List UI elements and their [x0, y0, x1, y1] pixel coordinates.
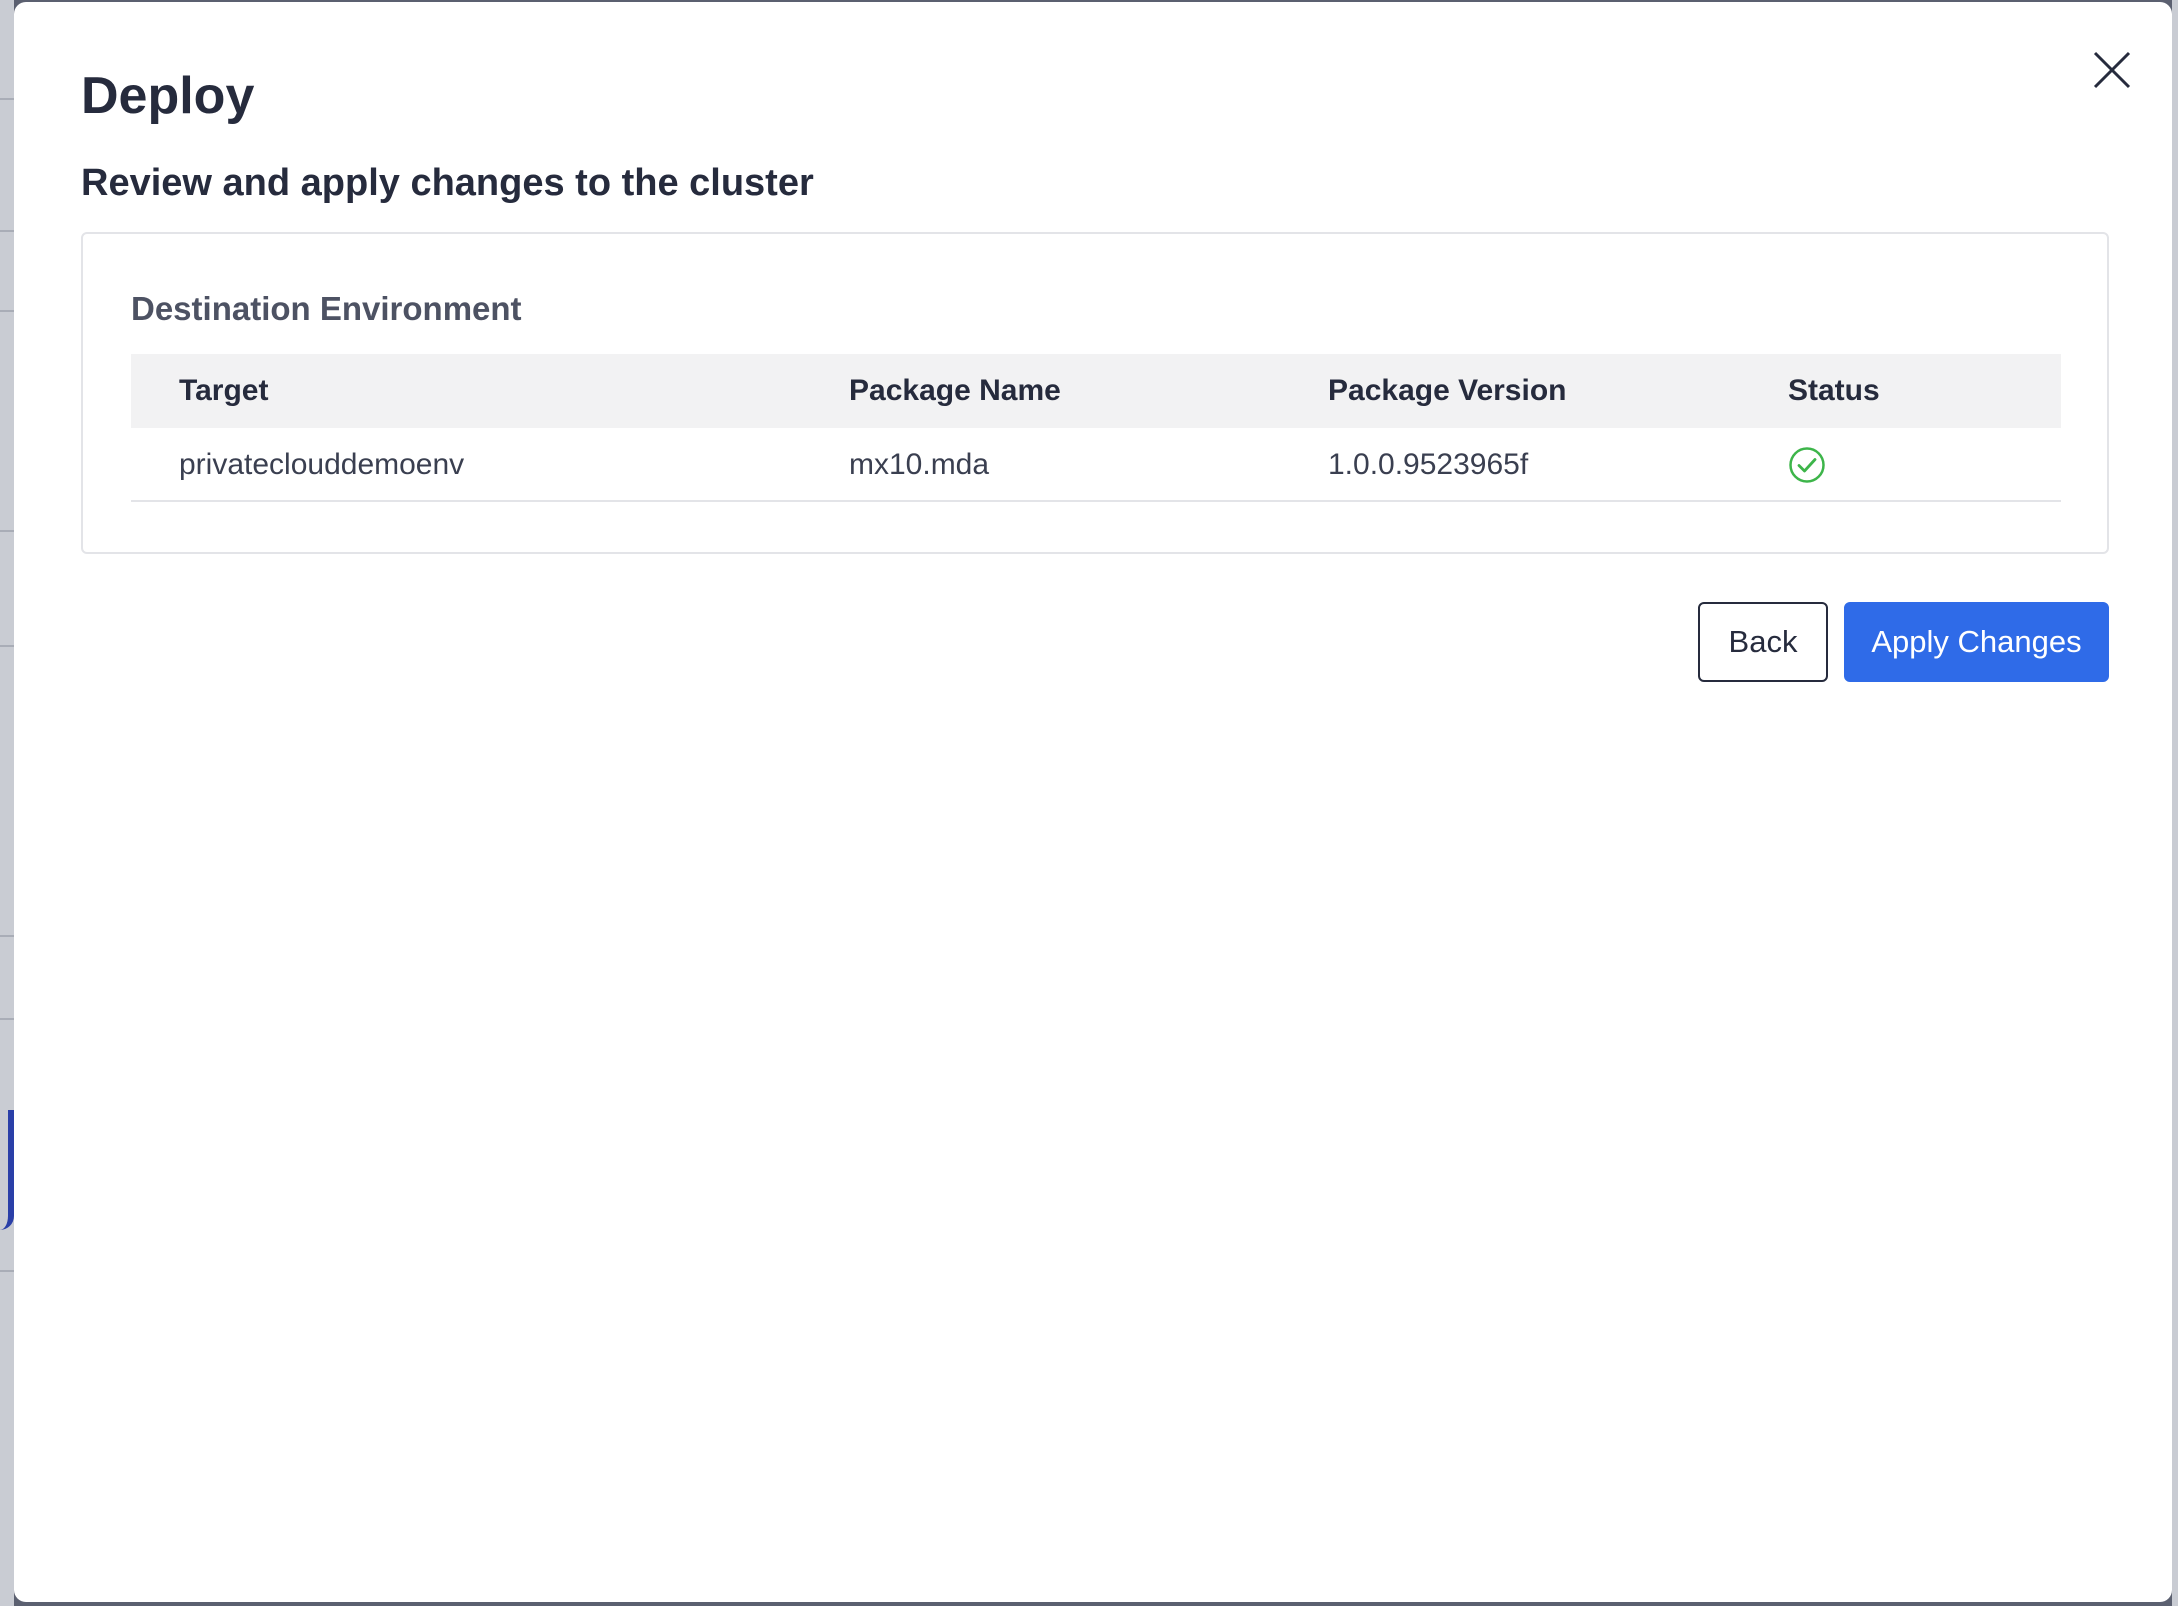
check-circle-icon [1789, 447, 1825, 483]
table-row: privateclouddemoenv mx10.mda 1.0.0.95239… [131, 428, 2061, 502]
cell-package-version: 1.0.0.9523965f [1328, 448, 1529, 481]
column-header-status: Status [1788, 374, 1880, 407]
modal-subtitle: Review and apply changes to the cluster [81, 162, 814, 204]
back-button[interactable]: Back [1698, 602, 1828, 682]
close-button[interactable] [2082, 40, 2142, 100]
background-page-edge-right [2172, 0, 2178, 1606]
column-header-package-version: Package Version [1328, 374, 1567, 407]
cell-package-name: mx10.mda [849, 448, 990, 481]
close-icon [2093, 51, 2131, 89]
column-header-target: Target [179, 374, 269, 407]
apply-changes-button[interactable]: Apply Changes [1844, 602, 2109, 682]
table-header: Target Package Name Package Version Stat… [131, 354, 2061, 428]
modal-title: Deploy [81, 67, 255, 125]
card-title: Destination Environment [131, 290, 522, 327]
background-page-edge [0, 0, 14, 1606]
column-header-package-name: Package Name [849, 374, 1061, 407]
destination-environment-card: Destination Environment Target Package N… [81, 232, 2109, 554]
background-chart-fragment [0, 1110, 14, 1230]
deploy-modal: Deploy Review and apply changes to the c… [14, 2, 2172, 1602]
deployment-table: Target Package Name Package Version Stat… [131, 354, 2061, 502]
cell-target: privateclouddemoenv [179, 448, 465, 481]
